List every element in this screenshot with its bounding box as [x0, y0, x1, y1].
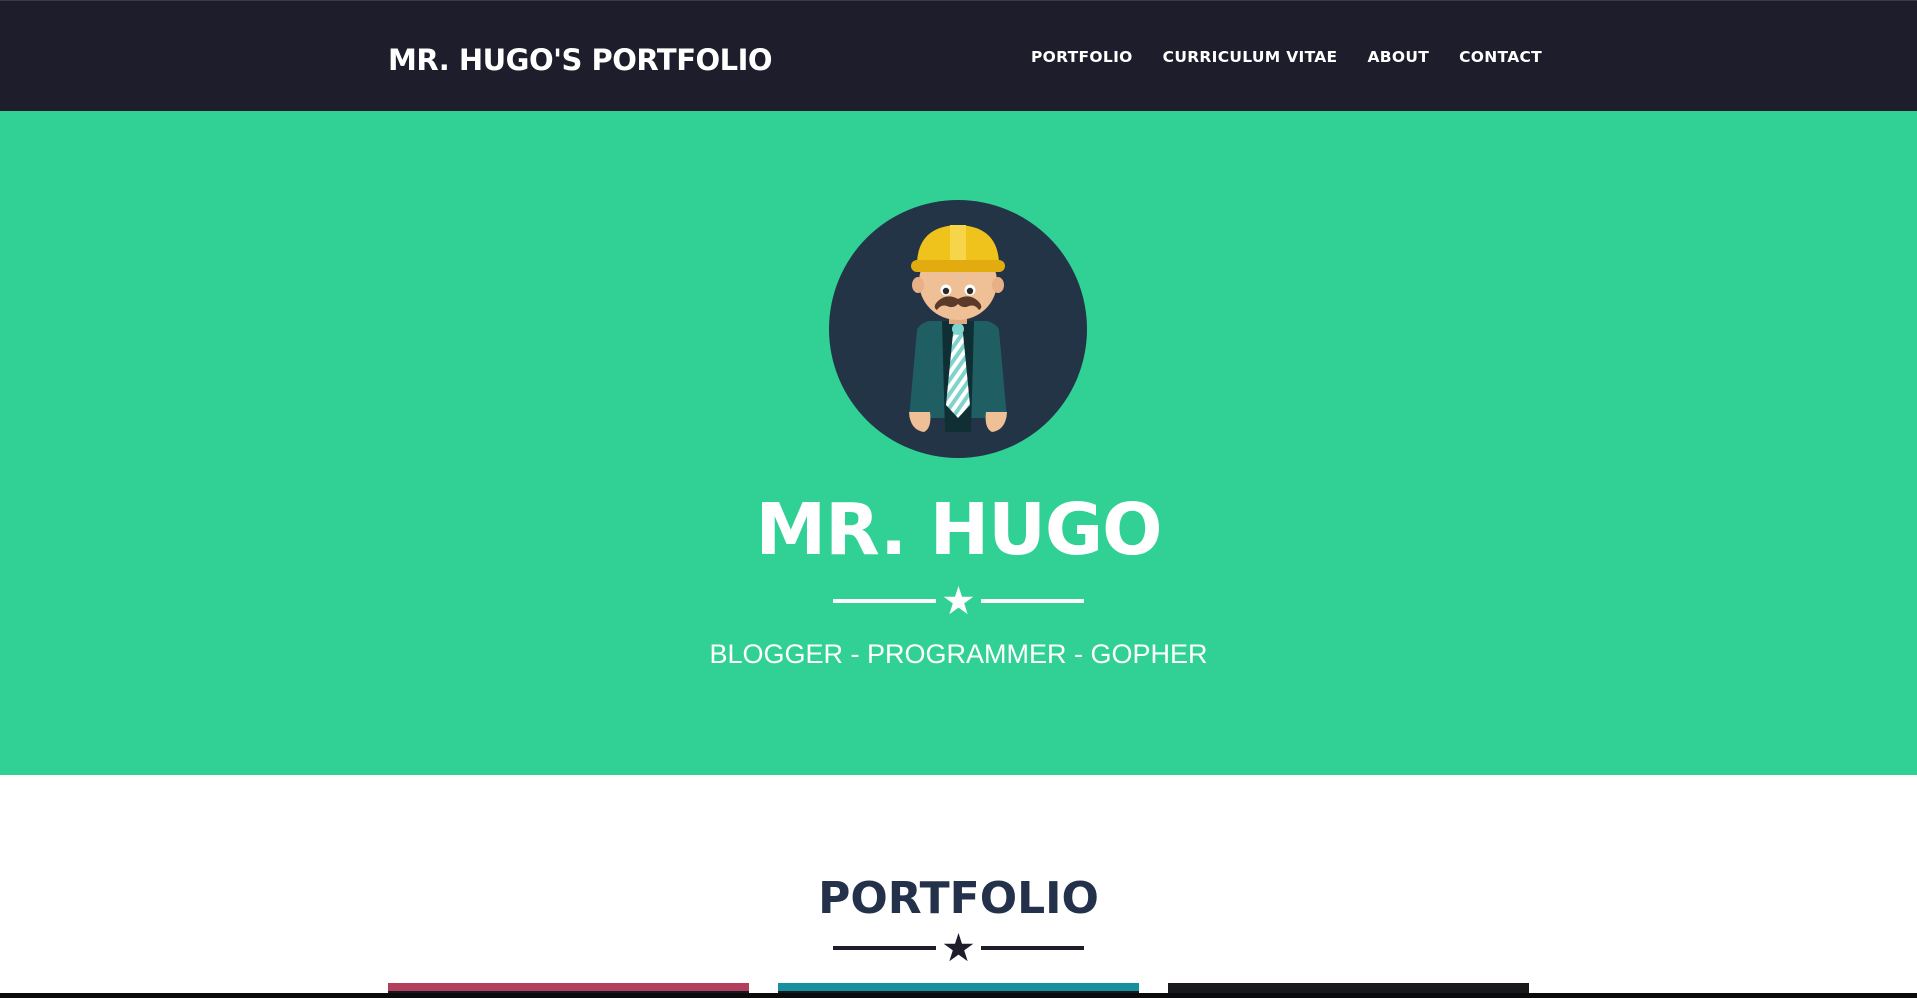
- nav-link-about[interactable]: ABOUT: [1367, 48, 1429, 66]
- nav-link-portfolio[interactable]: PORTFOLIO: [1031, 48, 1133, 66]
- brand-link[interactable]: MR. HUGO'S PORTFOLIO: [388, 43, 773, 77]
- hero-name: MR. HUGO: [755, 488, 1162, 571]
- hero-section: MR. HUGO BLOGGER - PROGRAMMER - GOPHER: [0, 111, 1917, 775]
- nav-link-curriculum-vitae[interactable]: CURRICULUM VITAE: [1163, 48, 1338, 66]
- portfolio-title: PORTFOLIO: [818, 873, 1099, 924]
- portfolio-star-divider: [833, 933, 1084, 962]
- avatar-illustration: [829, 200, 1087, 458]
- nav-menu: PORTFOLIO CURRICULUM VITAE ABOUT CONTACT: [1031, 48, 1542, 66]
- star-icon: [943, 933, 974, 962]
- page-bottom-edge: [0, 993, 1917, 998]
- navbar: MR. HUGO'S PORTFOLIO PORTFOLIO CURRICULU…: [0, 0, 1917, 111]
- nav-link-contact[interactable]: CONTACT: [1459, 48, 1542, 66]
- hero-star-divider: [833, 586, 1084, 615]
- hero-tagline: BLOGGER - PROGRAMMER - GOPHER: [709, 639, 1208, 669]
- star-icon: [943, 586, 974, 615]
